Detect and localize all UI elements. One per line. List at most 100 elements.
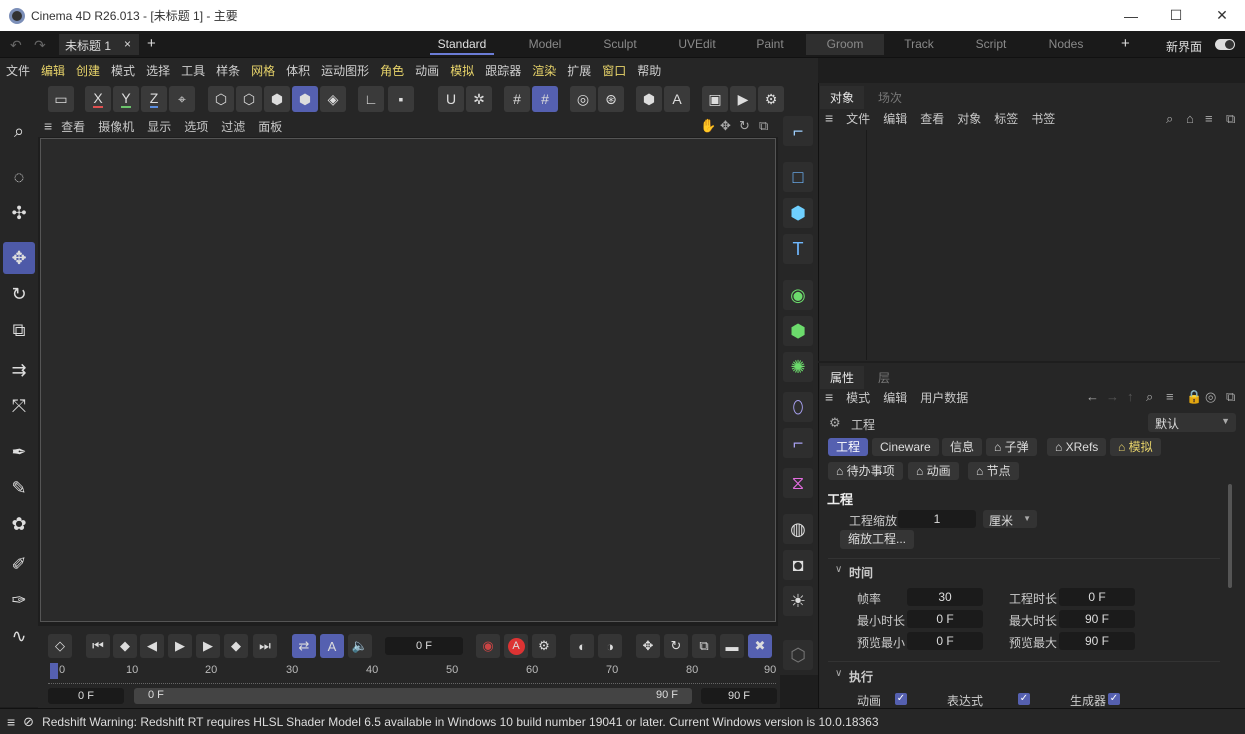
- menu-help[interactable]: 帮助: [637, 62, 661, 79]
- home-icon[interactable]: ⌂: [1186, 111, 1194, 126]
- menu-spline[interactable]: 样条: [216, 62, 240, 79]
- forward-arrow-icon[interactable]: →: [1106, 389, 1119, 404]
- attributes-menu-edit[interactable]: 编辑: [883, 389, 907, 406]
- maximize-button[interactable]: ☐: [1153, 0, 1199, 31]
- objects-menu-edit[interactable]: 编辑: [883, 110, 907, 127]
- edges-mode-icon[interactable]: ⬡: [236, 86, 262, 112]
- layout-tab-model[interactable]: Model: [510, 34, 580, 55]
- light-object-icon[interactable]: ☀: [783, 586, 813, 616]
- auto-key-button[interactable]: A: [504, 634, 528, 658]
- layout-tab-standard[interactable]: Standard: [430, 34, 494, 55]
- tab-attributes[interactable]: 属性: [820, 366, 865, 389]
- menu-tools[interactable]: 工具: [181, 62, 205, 79]
- menu-mode[interactable]: 模式: [111, 62, 135, 79]
- viewport-menu-cameras[interactable]: 摄像机: [98, 118, 134, 135]
- boole-tools-icon[interactable]: ✿: [3, 508, 35, 540]
- menu-file[interactable]: 文件: [6, 62, 30, 79]
- record-icon[interactable]: ◉: [476, 634, 500, 658]
- knife-tool-icon[interactable]: ✑: [3, 584, 35, 616]
- subdivision-icon[interactable]: ◉: [783, 280, 813, 310]
- model-mode-icon[interactable]: ⬢: [292, 86, 318, 112]
- target-icon[interactable]: ◎: [1205, 389, 1216, 405]
- chip-simulation[interactable]: ⌂ 模拟: [1110, 438, 1161, 456]
- menu-tracker[interactable]: 跟踪器: [485, 62, 521, 79]
- expressions-checkbox[interactable]: ✓: [1018, 693, 1030, 705]
- add-layout-button[interactable]: +: [1121, 35, 1130, 52]
- loop-icon[interactable]: ⇄: [292, 634, 316, 658]
- objects-menu-bookmarks[interactable]: 书签: [1031, 110, 1055, 127]
- viewport-menu-view[interactable]: 查看: [61, 118, 85, 135]
- effector-icon[interactable]: ✺: [783, 352, 813, 382]
- key-scale-icon[interactable]: ⧉: [692, 634, 716, 658]
- redo-icon[interactable]: ↷: [34, 37, 46, 54]
- prev-key-icon[interactable]: ◆: [113, 634, 137, 658]
- field-icon[interactable]: ⌐: [783, 428, 813, 458]
- playhead[interactable]: [50, 663, 58, 679]
- axis-mode-icon[interactable]: ∟: [358, 86, 384, 112]
- lock-icon[interactable]: 🔒: [1186, 389, 1202, 405]
- render-view-icon[interactable]: ▣: [702, 86, 728, 112]
- render-to-picture-viewer-icon[interactable]: ▶: [730, 86, 756, 112]
- camera-object-icon[interactable]: ◘: [783, 550, 813, 580]
- spline-smooth-icon[interactable]: ∿: [3, 620, 35, 652]
- spline-sketch-icon[interactable]: ✎: [3, 472, 35, 504]
- 3d-viewport[interactable]: [40, 138, 776, 622]
- points-mode-icon[interactable]: ⬡: [208, 86, 234, 112]
- attributes-menu-userdata[interactable]: 用户数据: [920, 389, 968, 406]
- rotate-view-icon[interactable]: ↻: [739, 118, 750, 134]
- minimize-button[interactable]: —: [1108, 0, 1154, 31]
- max-time-input[interactable]: 90 F: [1059, 610, 1135, 628]
- search-icon[interactable]: ⌕: [3, 115, 35, 147]
- attributes-scrollbar[interactable]: [1228, 484, 1232, 588]
- document-tab[interactable]: 未标题 1 ×: [59, 34, 139, 55]
- magnet-snap-icon[interactable]: U: [438, 86, 464, 112]
- move-view-icon[interactable]: ✥: [720, 118, 731, 134]
- key-move-icon[interactable]: ✥: [636, 634, 660, 658]
- layout-tab-script[interactable]: Script: [958, 34, 1024, 55]
- menu-mograph[interactable]: 运动图形: [321, 62, 369, 79]
- menu-mesh[interactable]: 网格: [251, 62, 275, 79]
- deformer-icon[interactable]: ⬯: [783, 392, 813, 422]
- back-arrow-icon[interactable]: ←: [1086, 389, 1099, 404]
- chip-xrefs[interactable]: ⌂ XRefs: [1047, 438, 1107, 456]
- layout-tab-nodes[interactable]: Nodes: [1032, 34, 1100, 55]
- menu-volume[interactable]: 体积: [286, 62, 310, 79]
- objects-menu-file[interactable]: 文件: [846, 110, 870, 127]
- null-object-icon[interactable]: ⌐: [783, 116, 813, 146]
- key-param-icon[interactable]: ▬: [720, 634, 744, 658]
- rotate-tool-icon[interactable]: ↻: [3, 278, 35, 310]
- go-to-start-icon[interactable]: ⏮: [86, 634, 110, 658]
- auto-keying-icon[interactable]: A: [664, 86, 690, 112]
- key-rotation-icon[interactable]: ◑: [598, 634, 622, 658]
- texture-mode-icon[interactable]: ▪: [388, 86, 414, 112]
- selection-tool-icon[interactable]: ◌: [3, 161, 35, 193]
- viewport-hamburger-icon[interactable]: ≡: [44, 118, 52, 134]
- filter-icon[interactable]: ≡: [1205, 111, 1213, 126]
- new-document-button[interactable]: +: [147, 35, 156, 52]
- workplane-snap-icon[interactable]: #: [532, 86, 558, 112]
- objects-menu-object[interactable]: 对象: [957, 110, 981, 127]
- pan-view-icon[interactable]: ✋: [700, 118, 716, 134]
- viewport-menu-options[interactable]: 选项: [184, 118, 208, 135]
- brush-tool-icon[interactable]: ✐: [3, 548, 35, 580]
- close-window-button[interactable]: ✕: [1199, 0, 1245, 31]
- menu-render[interactable]: 渲染: [532, 62, 556, 79]
- lock-workplane-icon[interactable]: ⊛: [598, 86, 624, 112]
- new-ui-toggle[interactable]: [1215, 39, 1235, 50]
- timeline-ruler[interactable]: [48, 662, 776, 684]
- coordinate-system-icon[interactable]: ⌖: [169, 86, 195, 112]
- multi-transform-icon[interactable]: ⤧: [3, 390, 35, 422]
- chip-nodes[interactable]: ⌂ 节点: [968, 462, 1019, 480]
- fps-input[interactable]: 30: [907, 588, 983, 606]
- up-arrow-icon[interactable]: ↑: [1127, 389, 1134, 404]
- min-time-input[interactable]: 0 F: [907, 610, 983, 628]
- end-frame-field[interactable]: 90 F: [701, 688, 777, 704]
- y-axis-toggle[interactable]: Y: [113, 86, 139, 112]
- preview-max-input[interactable]: 90 F: [1059, 632, 1135, 650]
- lock-icon[interactable]: ⬡: [783, 640, 813, 670]
- viewport-solo-icon[interactable]: ▭: [48, 86, 74, 112]
- environment-icon[interactable]: ◍: [783, 514, 813, 544]
- chevron-down-icon[interactable]: ∨: [835, 564, 842, 575]
- menu-character[interactable]: 角色: [380, 62, 404, 79]
- generators-checkbox[interactable]: ✓: [1108, 693, 1120, 705]
